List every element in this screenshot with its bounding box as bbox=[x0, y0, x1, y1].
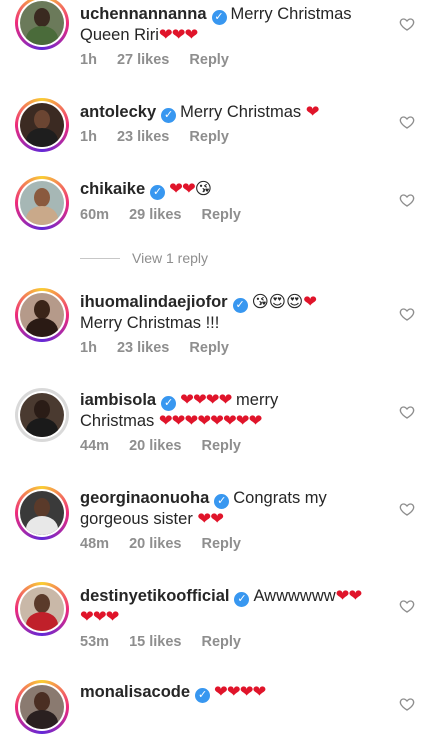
view-replies-label[interactable]: View 1 reply bbox=[132, 250, 208, 266]
view-replies-button[interactable]: View 1 reply bbox=[80, 250, 208, 266]
comment-text: Awwwwww bbox=[253, 587, 336, 605]
avatar[interactable] bbox=[15, 176, 69, 230]
comment-likes[interactable]: 27 likes bbox=[117, 52, 169, 68]
reply-button[interactable]: Reply bbox=[189, 129, 229, 145]
heart-emoji: ❤❤❤❤ bbox=[180, 391, 232, 409]
verified-badge-icon: ✓ bbox=[234, 592, 250, 607]
verified-badge-icon: ✓ bbox=[161, 396, 177, 411]
avatar[interactable] bbox=[15, 486, 69, 540]
verified-badge-icon: ✓ bbox=[195, 688, 211, 703]
heart-outline-icon[interactable] bbox=[399, 306, 415, 322]
heart-emoji: ❤❤❤❤❤❤❤❤ bbox=[158, 412, 263, 430]
heart-outline-icon[interactable] bbox=[399, 192, 415, 208]
heart-emoji: ❤❤❤❤ bbox=[214, 683, 266, 701]
kiss-emoji: 😘 bbox=[194, 179, 212, 198]
heart-outline-icon[interactable] bbox=[399, 696, 415, 712]
avatar[interactable] bbox=[15, 582, 69, 636]
heart-outline-icon[interactable] bbox=[399, 404, 415, 420]
verified-badge-icon: ✓ bbox=[214, 494, 230, 509]
comment-username[interactable]: chikaike bbox=[80, 180, 145, 198]
comment-time: 1h bbox=[80, 52, 97, 68]
comment-username[interactable]: ihuomalindaejiofor bbox=[80, 293, 228, 311]
comment-text: Congrats my bbox=[233, 489, 327, 507]
comment-likes[interactable]: 23 likes bbox=[117, 340, 169, 356]
comment-username[interactable]: iambisola bbox=[80, 391, 156, 409]
comment-likes[interactable]: 15 likes bbox=[129, 634, 181, 650]
verified-badge-icon: ✓ bbox=[211, 10, 227, 25]
comment-time: 1h bbox=[80, 340, 97, 356]
reply-button[interactable]: Reply bbox=[202, 207, 242, 223]
comment-likes[interactable]: 20 likes bbox=[129, 536, 181, 552]
comment-time: 1h bbox=[80, 129, 97, 145]
avatar[interactable] bbox=[15, 288, 69, 342]
heart-emoji: ❤❤ bbox=[169, 180, 196, 198]
heart-outline-icon[interactable] bbox=[399, 114, 415, 130]
comment-text-line2: gorgeous sister bbox=[80, 510, 193, 528]
comment-username[interactable]: uchennannanna bbox=[80, 5, 207, 23]
comment-text-line2: Queen Riri bbox=[80, 26, 159, 44]
reply-button[interactable]: Reply bbox=[189, 340, 229, 356]
comment-time: 60m bbox=[80, 207, 110, 223]
heart-emoji: ❤❤❤ bbox=[158, 26, 198, 44]
reply-button[interactable]: Reply bbox=[202, 634, 242, 650]
heart-outline-icon[interactable] bbox=[399, 16, 415, 32]
verified-badge-icon: ✓ bbox=[150, 185, 166, 200]
comment-likes[interactable]: 23 likes bbox=[117, 129, 169, 145]
heart-emoji: ❤ bbox=[303, 293, 317, 311]
divider bbox=[80, 257, 120, 259]
comment-text-line2: Christmas bbox=[80, 412, 155, 430]
comment-likes[interactable]: 20 likes bbox=[129, 438, 181, 454]
avatar[interactable] bbox=[15, 680, 69, 734]
comment-username[interactable]: destinyetikoofficial bbox=[80, 587, 229, 605]
comment-text: Merry Christmas bbox=[230, 5, 352, 23]
comment-time: 53m bbox=[80, 634, 110, 650]
comment-likes[interactable]: 29 likes bbox=[129, 207, 181, 223]
heart-emoji: ❤❤ bbox=[335, 587, 363, 605]
reply-button[interactable]: Reply bbox=[202, 536, 242, 552]
reply-button[interactable]: Reply bbox=[202, 438, 242, 454]
comment-username[interactable]: monalisacode bbox=[80, 683, 190, 701]
verified-badge-icon: ✓ bbox=[161, 108, 177, 123]
comment-time: 48m bbox=[80, 536, 110, 552]
comment-text: Merry Christmas bbox=[180, 103, 302, 121]
comment-text: Merry Christmas !!! bbox=[80, 314, 220, 332]
comment-time: 44m bbox=[80, 438, 110, 454]
heart-outline-icon[interactable] bbox=[399, 598, 415, 614]
reply-button[interactable]: Reply bbox=[189, 52, 229, 68]
heart-outline-icon[interactable] bbox=[399, 501, 415, 517]
avatar[interactable] bbox=[15, 388, 69, 442]
heart-emoji: ❤❤❤ bbox=[80, 608, 119, 626]
face-emoji: 😘😍😍 bbox=[251, 292, 304, 311]
heart-emoji: ❤ bbox=[305, 103, 320, 121]
comment-username[interactable]: georginaonuoha bbox=[80, 489, 209, 507]
comment-username[interactable]: antolecky bbox=[80, 103, 156, 121]
heart-emoji: ❤❤ bbox=[197, 510, 224, 528]
avatar[interactable] bbox=[15, 0, 69, 50]
avatar[interactable] bbox=[15, 98, 69, 152]
comment-text: merry bbox=[236, 391, 279, 409]
verified-badge-icon: ✓ bbox=[232, 298, 248, 313]
